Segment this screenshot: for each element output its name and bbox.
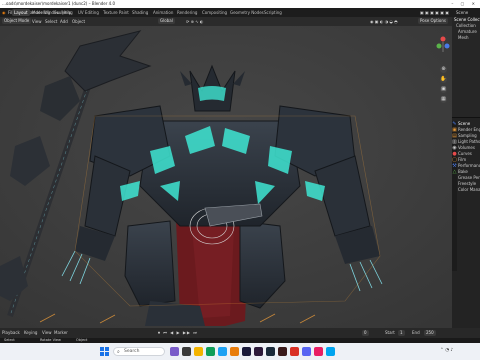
scene-selector-icons[interactable]: ▣ ▣ ▣ ▣ ▣ ▣ [420, 10, 449, 15]
snap-icons[interactable]: ⟳ ⊕ ∿ ◐ [186, 19, 203, 24]
end-label: End [412, 330, 420, 335]
timeline: Playback Keying View Marker ⏺ ⏮ ◀ ▶ ▶▶ ⏭… [0, 328, 480, 338]
overlay-icons[interactable]: ◉ ▣ ◐ ◑ ◒ ◓ [370, 19, 398, 24]
select-menu[interactable]: Select [45, 19, 57, 24]
blender-logo-icon[interactable]: ◉ [2, 10, 6, 15]
tab-compositing[interactable]: Compositing [200, 9, 229, 16]
system-tray-icons[interactable]: ⌃ ◔ ♪ [440, 348, 453, 353]
acrobat-icon[interactable] [290, 347, 299, 356]
tab-geometry-nodes[interactable]: Geometry Nodes [228, 9, 266, 16]
windows-start-icon[interactable] [100, 347, 109, 356]
window-title: …oads\mordekaiser\mordekaiser1 (dunc2) –… [2, 1, 116, 6]
marker-menu[interactable]: Marker [54, 330, 68, 335]
tab-uv-editing[interactable]: UV Editing [76, 9, 101, 16]
mode-selector[interactable]: Object Mode [2, 18, 32, 24]
discord-icon[interactable] [302, 347, 311, 356]
properties-row[interactable]: Color Management [458, 187, 480, 193]
photoshop-icon[interactable] [242, 347, 251, 356]
properties-tabs[interactable]: ✎ ▣ ▤ ▥ ◉ ● ▢ ⚒ △ [452, 121, 457, 271]
store-icon[interactable] [326, 347, 335, 356]
data-icon: △ [452, 169, 457, 175]
substance-icon[interactable] [266, 347, 275, 356]
window-controls[interactable]: – ▢ ✕ [451, 1, 478, 6]
search-placeholder: Search [124, 349, 140, 354]
pose-options[interactable]: Pose Options [418, 18, 448, 24]
tab-texture-paint[interactable]: Texture Paint [101, 9, 131, 16]
chrome-icon[interactable] [206, 347, 215, 356]
pan-hand-icon[interactable]: ✋ [440, 76, 447, 83]
status-object: Object [76, 338, 88, 342]
3d-viewport[interactable]: ⊕ ✋ ▣ ▦ [0, 26, 452, 328]
tab-animation[interactable]: Animation [151, 9, 175, 16]
blender-icon[interactable] [230, 347, 239, 356]
scene-label[interactable]: Scene [456, 10, 468, 15]
outliner: Scene Collection Collection Armature Mes… [452, 17, 480, 118]
tab-rendering[interactable]: Rendering [175, 9, 199, 16]
tab-modeling[interactable]: Modeling [30, 9, 52, 16]
app-icon[interactable] [314, 347, 323, 356]
task-view-icon[interactable] [182, 347, 191, 356]
start-label: Start [385, 330, 395, 335]
start-frame[interactable]: 1 [398, 330, 405, 336]
tab-layout[interactable]: Layout [12, 9, 30, 16]
widgets-icon[interactable] [170, 347, 179, 356]
status-select: Select [4, 338, 15, 342]
navigation-gizmo[interactable] [436, 34, 450, 63]
keying-menu[interactable]: Keying [24, 330, 37, 335]
viewport-header: Object Mode View Select Add Object Globa… [0, 17, 452, 26]
taskbar: ⌕ Search ⌃ ◔ ♪ [0, 343, 480, 360]
tab-sculpting[interactable]: Sculpting [52, 9, 75, 16]
window-titlebar: …oads\mordekaiser\mordekaiser1 (dunc2) –… [0, 0, 480, 8]
premiere-icon[interactable] [254, 347, 263, 356]
taskbar-search[interactable]: ⌕ Search [113, 347, 165, 356]
playback-menu[interactable]: Playback [2, 330, 20, 335]
right-panel: Scene Collection Collection Armature Mes… [452, 17, 480, 328]
end-frame[interactable]: 250 [424, 330, 436, 336]
outliner-item[interactable]: Mesh [452, 35, 480, 41]
view-menu[interactable]: View [32, 19, 42, 24]
view-menu-timeline[interactable]: View [42, 330, 52, 335]
search-icon: ⌕ [117, 349, 120, 355]
menubar: ◉ File Edit Render Window Help Layout Mo… [0, 8, 480, 17]
playback-controls[interactable]: ⏺ ⏮ ◀ ▶ ▶▶ ⏭ [158, 330, 198, 335]
viewport-scene [0, 26, 452, 328]
orientation-selector[interactable]: Global [158, 18, 175, 24]
file-explorer-icon[interactable] [194, 347, 203, 356]
status-rotate: Rotate View [40, 338, 61, 342]
properties-panel: Scene Render Engine Sampling Light Paths… [458, 121, 480, 193]
zoom-icon[interactable]: ⊕ [440, 66, 447, 73]
illustrator-icon[interactable] [278, 347, 287, 356]
current-frame[interactable]: 0 [362, 330, 369, 336]
add-menu[interactable]: Add [60, 19, 68, 24]
tab-scripting[interactable]: Scripting [262, 9, 284, 16]
edge-icon[interactable] [218, 347, 227, 356]
camera-icon[interactable]: ▣ [440, 86, 447, 93]
object-menu[interactable]: Object [72, 19, 85, 24]
tab-shading[interactable]: Shading [130, 9, 150, 16]
perspective-grid-icon[interactable]: ▦ [440, 96, 447, 103]
